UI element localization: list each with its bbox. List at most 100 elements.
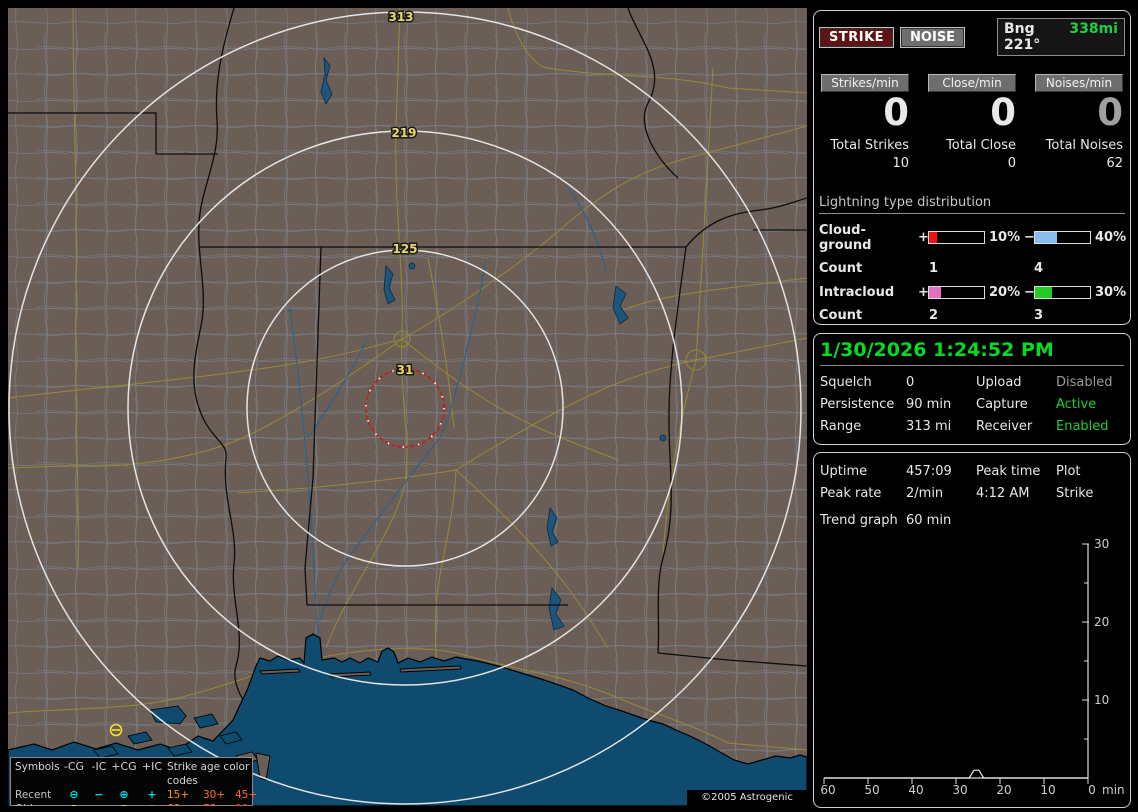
trend-x-tick-label: 60 <box>820 783 835 797</box>
age-30: 30+ <box>203 789 226 801</box>
minus-sign: − <box>1024 284 1035 300</box>
trend-y-tick-label: 30 <box>1094 537 1109 551</box>
pos-ic-old-icon: + <box>137 802 167 806</box>
strike-mode-button[interactable]: STRIKE <box>819 26 895 48</box>
age-15: 15+ <box>167 789 190 801</box>
neg-cg-recent-icon: ⊖ <box>69 788 79 801</box>
stats-row: Uptime 457:09 Peak time Plot <box>820 464 1124 479</box>
trend-x-tick-label: 50 <box>864 783 879 797</box>
legend-age-header: Strike age color codes <box>167 761 250 787</box>
map-display[interactable]: 313 219 125 31 Symbols -CG -IC +CG +IC S… <box>8 8 807 806</box>
ring-label-31: 31 <box>397 363 414 377</box>
capture-label: Capture <box>976 397 1028 412</box>
pos-cg-recent-icon: ⊕ <box>119 788 129 801</box>
pos-cg-count: 1 <box>929 260 939 276</box>
neg-ic-percent: 30% <box>1095 284 1127 300</box>
squelch-label: Squelch <box>820 375 872 390</box>
uptime-value: 457:09 <box>906 464 952 479</box>
close-counter: Close/min 0 Total Close 0 <box>928 74 1016 171</box>
range-label: Range <box>820 419 862 434</box>
plot-type-value: Strike <box>1056 486 1094 501</box>
cloud-ground-count-row: Count 1 4 <box>819 261 1130 276</box>
trend-graph-value: 60 min <box>906 513 952 528</box>
peak-rate-value: 2/min <box>906 486 944 501</box>
noises-per-min-button[interactable]: Noises/min <box>1035 74 1123 92</box>
total-strikes-label: Total Strikes <box>830 137 909 153</box>
pos-ic-percent: 20% <box>989 284 1021 300</box>
strikes-counter: Strikes/min 0 Total Strikes 10 <box>821 74 909 171</box>
neg-cg-bar <box>1034 231 1091 245</box>
range-value: 313 mi <box>906 419 952 434</box>
trend-graph-label: Trend graph <box>820 513 898 528</box>
bearing-range-value: 338mi <box>1069 21 1118 37</box>
nexstorm-app: { "map": { "ring_labels": ["313", "219",… <box>0 0 1138 812</box>
total-noises-label: Total Noises <box>1045 137 1123 153</box>
trend-x-axis-unit: min <box>1102 783 1125 797</box>
map-legend: Symbols -CG -IC +CG +IC Strike age color… <box>10 757 257 806</box>
upload-label: Upload <box>976 375 1022 390</box>
age-45: 45+ <box>235 789 258 801</box>
count-label: Count <box>819 307 863 323</box>
trend-x-tick-label: 30 <box>952 783 967 797</box>
cloud-ground-row: Cloud-ground + 10% − 40% <box>819 223 1130 253</box>
trend-x-tick-label: 20 <box>996 783 1011 797</box>
neg-ic-count: 3 <box>1034 307 1044 323</box>
stats-row: Peak rate 2/min 4:12 AM Strike <box>820 486 1124 501</box>
settings-row: Persistence 90 min Capture Active <box>820 397 1124 412</box>
squelch-value: 0 <box>906 375 915 390</box>
legend-col-neg-cg: -CG <box>63 760 85 773</box>
strike-counters-panel: STRIKE NOISE Bng 221° 338mi Strikes/min … <box>813 10 1131 325</box>
intracloud-count-row: Count 2 3 <box>819 308 1130 323</box>
intracloud-row: Intracloud + 20% − 30% <box>819 285 1130 300</box>
strikes-per-min-button[interactable]: Strikes/min <box>821 74 909 92</box>
intracloud-label: Intracloud <box>819 284 895 300</box>
map-canvas: 313 219 125 31 <box>8 8 807 806</box>
strikes-per-min-value: 0 <box>883 91 909 134</box>
legend-row-old-label: Old <box>15 802 61 806</box>
copyright-text: ©2005 Astrogenic Systems <box>687 790 807 806</box>
age-75: 75+ <box>203 802 235 806</box>
total-close-value: 0 <box>1007 155 1016 171</box>
age-60: 60+ <box>167 802 203 806</box>
noises-per-min-value: 0 <box>1097 91 1123 134</box>
bearing-readout: Bng 221° 338mi <box>997 18 1125 56</box>
close-per-min-value: 0 <box>990 91 1016 134</box>
status-panel: 1/30/2026 1:24:52 PM Squelch 0 Upload Di… <box>813 333 1131 445</box>
neg-ic-bar <box>1034 285 1091 299</box>
total-noises-value: 62 <box>1106 155 1123 171</box>
peak-rate-label: Peak rate <box>820 486 882 501</box>
trend-x-tick-label: 40 <box>908 783 923 797</box>
trend-panel: Uptime 457:09 Peak time Plot Peak rate 2… <box>813 452 1131 808</box>
trend-series-strike <box>824 769 1088 779</box>
legend-col-pos-ic: +IC <box>141 760 163 773</box>
neg-cg-count: 4 <box>1034 260 1044 276</box>
persistence-label: Persistence <box>820 397 895 412</box>
datetime-display: 1/30/2026 1:24:52 PM <box>820 339 1124 366</box>
cloud-ground-label: Cloud-ground <box>819 222 872 253</box>
legend-row-recent-label: Recent <box>15 789 52 801</box>
noise-mode-button[interactable]: NOISE <box>900 26 966 48</box>
distribution-title: Lightning type distribution <box>819 195 1125 214</box>
peak-time-value: 4:12 AM <box>976 486 1030 501</box>
neg-cg-percent: 40% <box>1095 230 1127 246</box>
pos-ic-recent-icon: + <box>147 788 157 801</box>
legend-col-neg-ic: -IC <box>91 760 107 773</box>
close-per-min-button[interactable]: Close/min <box>928 74 1016 92</box>
noises-counter: Noises/min 0 Total Noises 62 <box>1035 74 1123 171</box>
settings-row: Squelch 0 Upload Disabled <box>820 375 1124 390</box>
uptime-label: Uptime <box>820 464 868 479</box>
trend-y-tick-label: 20 <box>1094 615 1109 629</box>
pos-cg-bar <box>928 231 985 245</box>
trend-graph-row: Trend graph 60 min <box>820 513 1124 528</box>
receiver-status: Enabled <box>1056 419 1109 434</box>
trend-x-tick-label: 10 <box>1040 783 1055 797</box>
age-90: 90+ <box>235 802 265 806</box>
minus-sign: − <box>1024 230 1035 246</box>
legend-col-pos-cg: +CG <box>111 760 137 773</box>
peak-time-label: Peak time <box>976 464 1041 479</box>
pos-cg-percent: 10% <box>989 230 1021 246</box>
upload-status: Disabled <box>1056 375 1113 390</box>
pos-ic-bar <box>928 285 985 299</box>
count-label: Count <box>819 260 863 276</box>
plus-sign: + <box>918 284 929 300</box>
